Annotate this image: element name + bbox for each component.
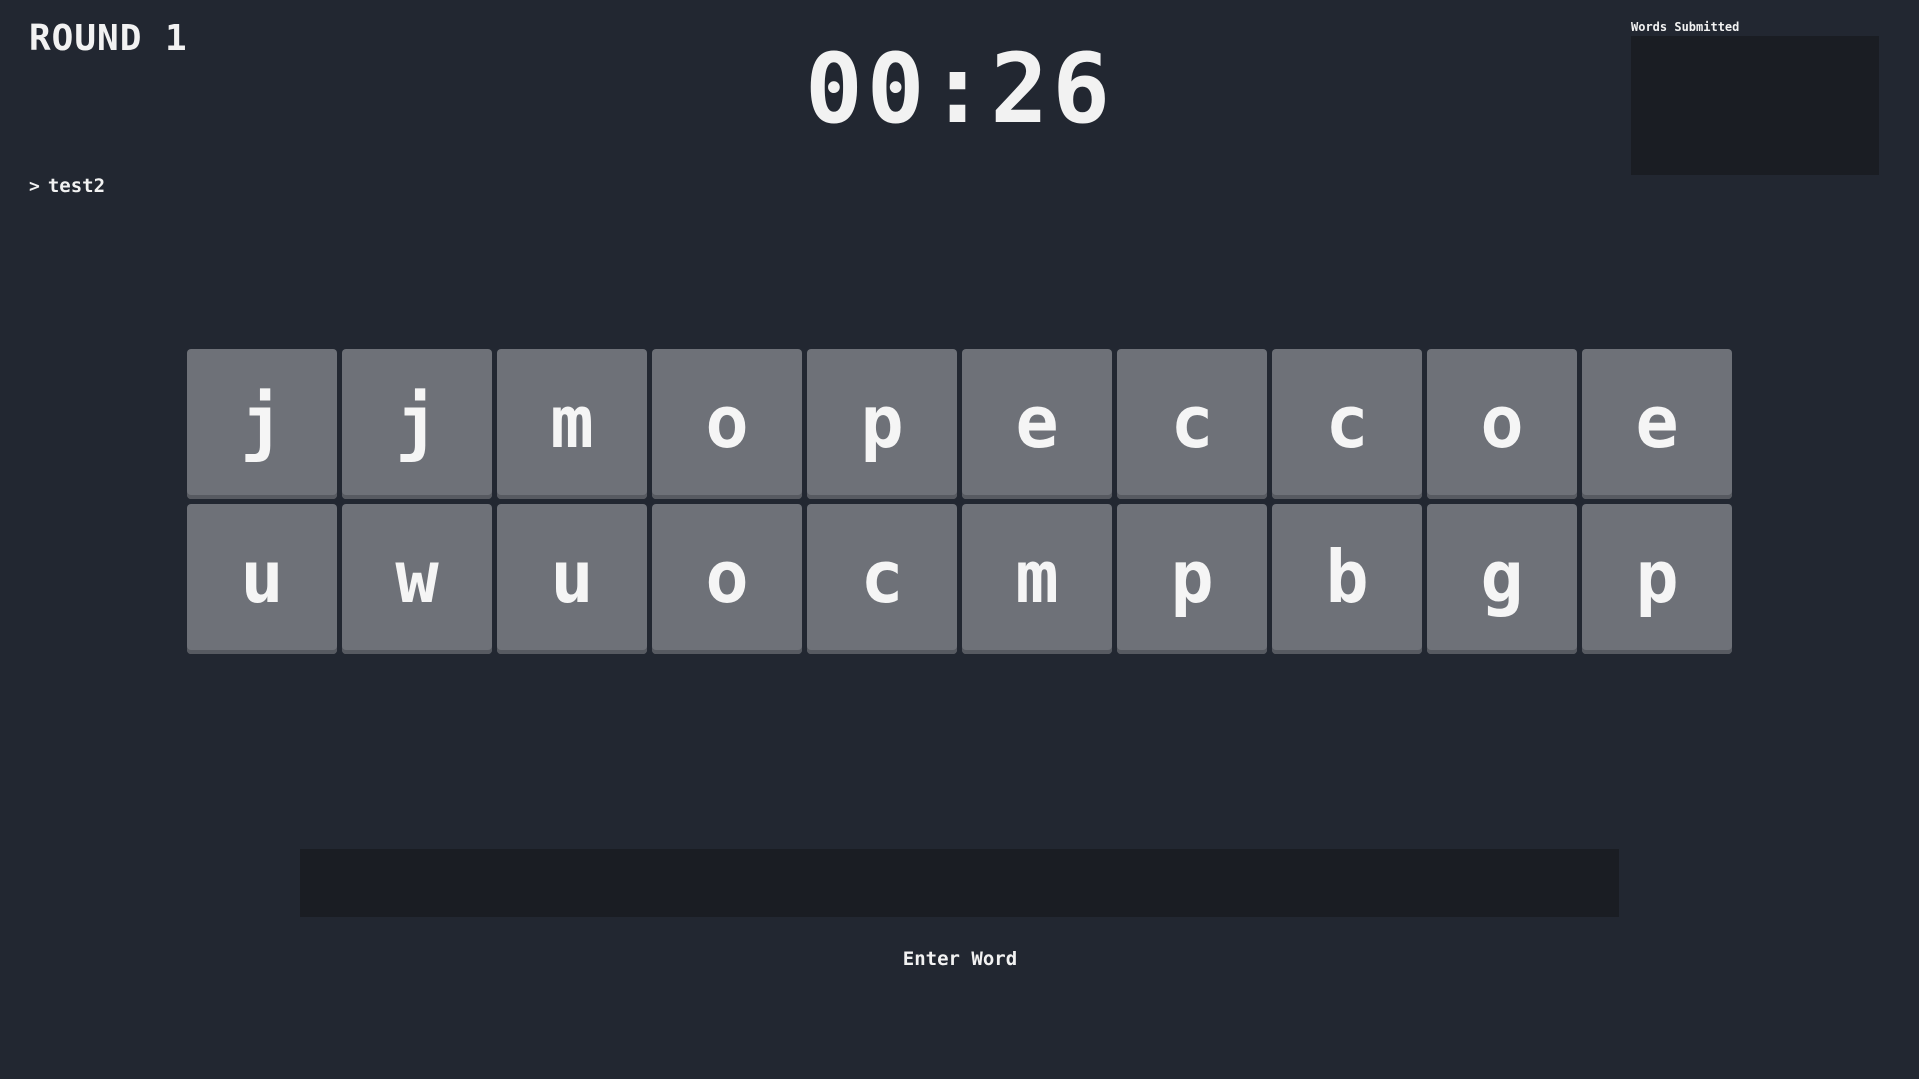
words-submitted-panel: Words Submitted — [1631, 20, 1879, 175]
words-submitted-list — [1631, 36, 1879, 175]
letter-tile[interactable]: o — [652, 349, 802, 499]
letter-tile[interactable]: u — [497, 504, 647, 654]
letter-tile[interactable]: j — [187, 349, 337, 499]
letter-tile[interactable]: o — [652, 504, 802, 654]
letter-tile[interactable]: u — [187, 504, 337, 654]
letter-tile[interactable]: p — [1582, 504, 1732, 654]
letter-tile[interactable]: p — [1117, 504, 1267, 654]
letter-tile[interactable]: c — [1117, 349, 1267, 499]
letter-tile[interactable]: c — [807, 504, 957, 654]
letter-tile[interactable]: o — [1427, 349, 1577, 499]
player-name: test2 — [47, 175, 106, 197]
enter-word-button[interactable]: Enter Word — [860, 942, 1060, 976]
letter-tile[interactable]: p — [807, 349, 957, 499]
letter-grid: j j m o p e c c o e u w u o c m p b g p — [187, 349, 1732, 654]
letter-tile[interactable]: b — [1272, 504, 1422, 654]
letter-tile[interactable]: m — [962, 504, 1112, 654]
word-input[interactable] — [300, 849, 1619, 917]
chevron-right-icon: > — [29, 175, 40, 197]
player-list: > test2 — [29, 175, 105, 197]
letter-tile[interactable]: c — [1272, 349, 1422, 499]
player-item: > test2 — [29, 175, 105, 197]
letter-tile[interactable]: g — [1427, 504, 1577, 654]
letter-tile[interactable]: j — [342, 349, 492, 499]
letter-tile[interactable]: e — [1582, 349, 1732, 499]
letter-tile[interactable]: e — [962, 349, 1112, 499]
words-submitted-title: Words Submitted — [1631, 20, 1740, 34]
letter-tile[interactable]: m — [497, 349, 647, 499]
letter-tile[interactable]: w — [342, 504, 492, 654]
